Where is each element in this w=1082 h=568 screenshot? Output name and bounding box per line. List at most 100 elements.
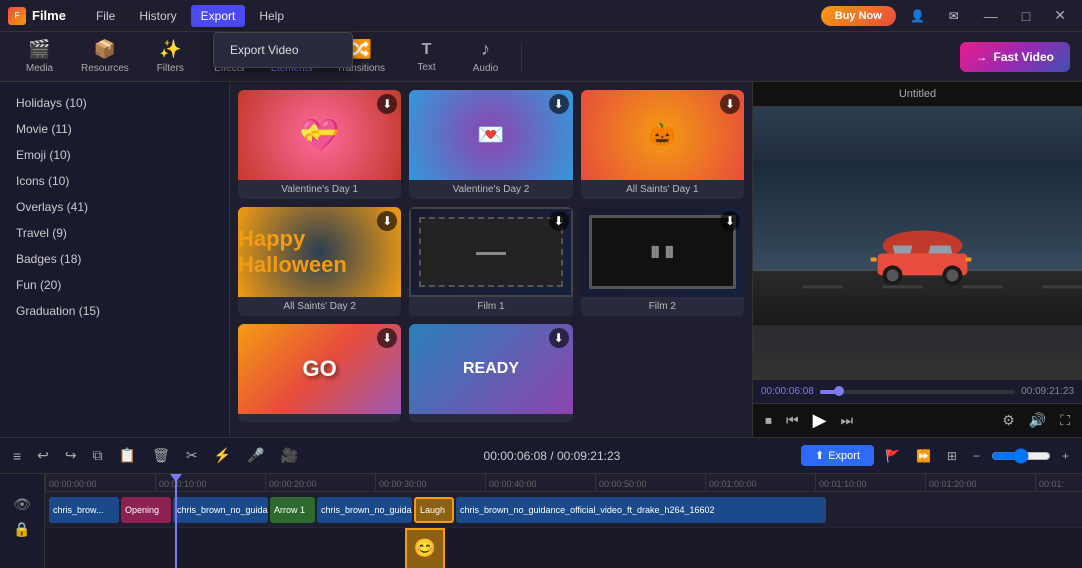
- emoji-spacer: [49, 552, 403, 554]
- notification-icon[interactable]: ✉: [940, 2, 968, 30]
- emoji-clip-laugh[interactable]: 😊: [405, 528, 445, 568]
- delete-button[interactable]: 🗑: [147, 444, 175, 467]
- maximize-button[interactable]: □: [1014, 6, 1038, 26]
- preview-playback-controls: ⏹ ⏮ ▶ ⏭ ⚙ 🔊 ⛶: [753, 403, 1082, 437]
- titlebar: F Filme File History Export Help Buy Now…: [0, 0, 1082, 32]
- clip-label-long: chris_brown_no_guidance_official_video_f…: [460, 505, 715, 515]
- audio-tool[interactable]: ♪ Audio: [458, 35, 513, 78]
- clip-arrow1[interactable]: Arrow 1: [270, 497, 315, 523]
- sidebar-item-overlays[interactable]: Overlays (41): [0, 194, 229, 220]
- resources-label: Resources: [81, 63, 129, 74]
- hamburger-icon[interactable]: ≡: [8, 445, 26, 467]
- grid-item-valentines2[interactable]: 💌 ⬇ Valentine's Day 2: [409, 90, 572, 199]
- preview-controls: 00:00:06:08 00:09:21:23: [753, 379, 1082, 403]
- export-video-item[interactable]: Export Video: [214, 37, 352, 63]
- ruler-marks: 00:00:00:00 00:00:10:00 00:00:20:00 00:0…: [45, 474, 1082, 491]
- main-toolbar: 🎬 Media 📦 Resources ✨ Filters ⭐ Effects …: [0, 32, 1082, 82]
- text-tool[interactable]: T Text: [399, 37, 454, 77]
- text-icon: T: [422, 41, 432, 59]
- zoom-in-icon[interactable]: +: [1057, 446, 1074, 466]
- app-logo: F Filme: [8, 7, 66, 25]
- grid-item-colortext[interactable]: GO ⬇: [238, 324, 401, 422]
- media-tool[interactable]: 🎬 Media: [12, 35, 67, 78]
- copy-button[interactable]: ⧉: [88, 444, 108, 467]
- clip-chris1[interactable]: chris_brow...: [49, 497, 119, 523]
- preview-scrubber[interactable]: [834, 386, 844, 396]
- menu-file[interactable]: File: [86, 5, 125, 27]
- volume-icon[interactable]: 🔊: [1025, 410, 1050, 431]
- buy-now-button[interactable]: Buy Now: [821, 6, 896, 26]
- timeline-content: 👁 🔒 00:00:00:00 00:00:10:00 00:00:20:00 …: [0, 474, 1082, 568]
- emoji-smiley-icon: 😊: [414, 538, 436, 559]
- export-dropdown: Export Video: [213, 32, 353, 68]
- sidebar-item-travel[interactable]: Travel (9): [0, 220, 229, 246]
- stop-button[interactable]: ⏹: [761, 410, 776, 431]
- add-allsaints1-icon[interactable]: ⬇: [720, 94, 740, 114]
- grid-item-film2[interactable]: ▐▌▐▌ ⬇ Film 2: [581, 207, 744, 316]
- next-frame-button[interactable]: ⏭: [836, 410, 857, 431]
- main-layout: Holidays (10) Movie (11) Emoji (10) Icon…: [0, 82, 1082, 437]
- grid-item-ready[interactable]: READY ⬇: [409, 324, 572, 422]
- add-film1-icon[interactable]: ⬇: [549, 211, 569, 231]
- add-film2-icon[interactable]: ⬇: [720, 211, 740, 231]
- split-button[interactable]: ⚡: [209, 444, 236, 467]
- clip-laugh[interactable]: Laugh: [414, 497, 454, 523]
- lock-icon[interactable]: 🔒: [13, 521, 30, 538]
- cut-button[interactable]: ✂: [181, 444, 203, 467]
- export-button[interactable]: ⬆ Export: [801, 445, 874, 466]
- grid-item-allsaints1[interactable]: 🎃 ⬇ All Saints' Day 1: [581, 90, 744, 199]
- sidebar-item-movie[interactable]: Movie (11): [0, 116, 229, 142]
- sidebar-item-emoji[interactable]: Emoji (10): [0, 142, 229, 168]
- undo-button[interactable]: ↩: [32, 444, 54, 467]
- sidebar-item-fun[interactable]: Fun (20): [0, 272, 229, 298]
- timeline-ruler: 00:00:00:00 00:00:10:00 00:00:20:00 00:0…: [45, 474, 1082, 492]
- preview-title: Untitled: [753, 82, 1082, 107]
- add-valentines2-icon[interactable]: ⬇: [549, 94, 569, 114]
- sidebar-item-badges[interactable]: Badges (18): [0, 246, 229, 272]
- preview-progress-bar[interactable]: [820, 390, 1015, 394]
- minimize-button[interactable]: —: [976, 6, 1006, 26]
- clip-label-laugh: Laugh: [420, 505, 445, 515]
- settings-icon[interactable]: ⚙: [998, 410, 1019, 431]
- mic-button[interactable]: 🎤: [242, 444, 269, 467]
- clip-label-chris1: chris_brow...: [53, 505, 104, 515]
- clip-chris2[interactable]: chris_brown_no_guidan...: [173, 497, 268, 523]
- playhead[interactable]: [175, 474, 177, 568]
- play-button[interactable]: ▶: [809, 408, 831, 433]
- ruler-mark-7: 00:01:10:00: [815, 474, 925, 491]
- fit-icon[interactable]: ⊞: [942, 446, 962, 466]
- menu-help[interactable]: Help: [249, 5, 294, 27]
- zoom-slider[interactable]: [991, 448, 1051, 464]
- prev-frame-button[interactable]: ⏮: [782, 410, 803, 431]
- redo-button[interactable]: ↪: [60, 444, 82, 467]
- grid-item-allsaints2[interactable]: Happy Halloween ⬇ All Saints' Day 2: [238, 207, 401, 316]
- menu-export[interactable]: Export: [191, 5, 246, 27]
- resources-tool[interactable]: 📦 Resources: [71, 35, 139, 78]
- zoom-out-icon[interactable]: −: [968, 446, 985, 466]
- eye-icon[interactable]: 👁: [13, 496, 31, 513]
- clip-chris3[interactable]: chris_brown_no_guidan...: [317, 497, 412, 523]
- menu-bar: File History Export Help: [86, 5, 821, 27]
- paste-button[interactable]: 📋: [114, 444, 141, 467]
- sidebar-item-graduation[interactable]: Graduation (15): [0, 298, 229, 324]
- user-icon[interactable]: 👤: [904, 2, 932, 30]
- clip-long[interactable]: chris_brown_no_guidance_official_video_f…: [456, 497, 826, 523]
- fast-video-button[interactable]: → Fast Video: [960, 42, 1070, 72]
- add-ready-icon[interactable]: ⬇: [549, 328, 569, 348]
- fullscreen-icon[interactable]: ⛶: [1056, 410, 1074, 431]
- grid-item-valentines1[interactable]: 💝 ⬇ Valentine's Day 1: [238, 90, 401, 199]
- sidebar-item-holidays[interactable]: Holidays (10): [0, 90, 229, 116]
- camera-button[interactable]: 🎥: [275, 444, 302, 467]
- fast-video-label: Fast Video: [994, 50, 1054, 64]
- flag-icon[interactable]: 🚩: [880, 446, 905, 466]
- sidebar: Holidays (10) Movie (11) Emoji (10) Icon…: [0, 82, 230, 437]
- clip-opening[interactable]: Opening: [121, 497, 171, 523]
- close-button[interactable]: ✕: [1046, 5, 1074, 26]
- filters-tool[interactable]: ✨ Filters: [143, 35, 198, 78]
- menu-history[interactable]: History: [129, 5, 186, 27]
- speed-icon[interactable]: ⏩: [911, 446, 936, 466]
- preview-car-scene: [753, 107, 1082, 379]
- sidebar-item-icons[interactable]: Icons (10): [0, 168, 229, 194]
- grid-item-film1[interactable]: ▬▬▬ ⬇ Film 1: [409, 207, 572, 316]
- app-name: Filme: [32, 8, 66, 23]
